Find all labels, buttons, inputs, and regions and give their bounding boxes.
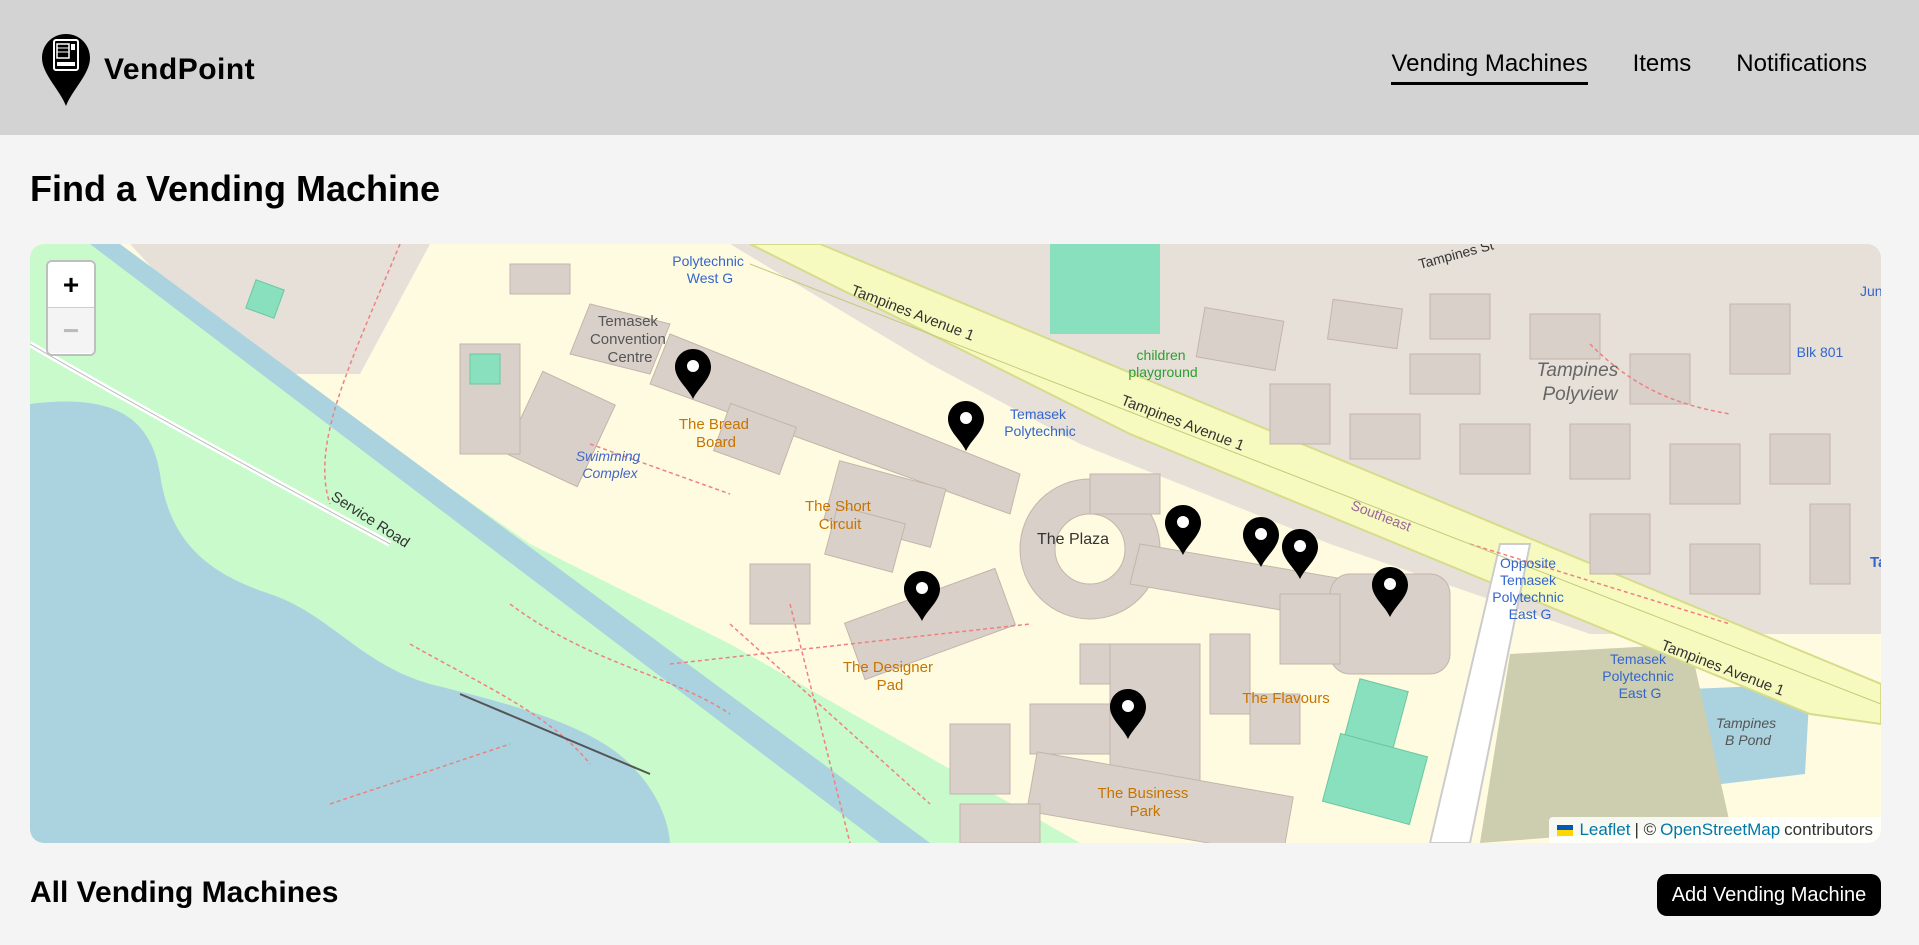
label-short-circuit-1: The Short — [805, 498, 872, 515]
ukraine-flag-icon — [1557, 824, 1574, 836]
main-nav: Vending Machines Items Notifications — [1391, 50, 1867, 85]
label-opp-east-4: East G — [1509, 606, 1552, 622]
label-designer-pad-2: Pad — [877, 677, 904, 694]
label-tampines-west: Tampi West — [1870, 554, 1881, 571]
label-b-pond-2: B Pond — [1725, 732, 1772, 748]
label-plaza: The Plaza — [1037, 531, 1109, 548]
label-blk801: Blk 801 — [1797, 344, 1844, 360]
label-swimming-1: Swimming — [576, 448, 641, 464]
map-pin-icon[interactable] — [1242, 516, 1280, 568]
zoom-control: + − — [46, 260, 96, 356]
label-opp-east-3: Polytechnic — [1492, 589, 1564, 605]
svg-text:children playground: children playground — [1128, 347, 1197, 380]
label-business-park-2: Park — [1130, 803, 1161, 820]
label-short-circuit-2: Circuit — [819, 516, 862, 533]
map-view[interactable]: Temasek Convention Centre The Bread Boar… — [30, 244, 1881, 843]
osm-link[interactable]: OpenStreetMap — [1660, 820, 1780, 840]
map-pin-icon[interactable] — [947, 400, 985, 452]
label-bread-board-2: Board — [696, 434, 736, 451]
label-poly-west-1: Polytechnic — [672, 253, 744, 269]
label-swimming-2: Complex — [582, 465, 638, 481]
label-convention-1: Temasek — [598, 313, 659, 330]
label-designer-pad-1: The Designer — [843, 659, 933, 676]
leaflet-link[interactable]: Leaflet — [1579, 820, 1630, 840]
add-vending-machine-button[interactable]: Add Vending Machine — [1657, 874, 1881, 916]
label-opp-east-2: Temasek — [1500, 572, 1557, 588]
label-convention-3: Centre — [607, 349, 652, 366]
page-title: Find a Vending Machine — [30, 168, 441, 209]
label-temasek-poly-2: Polytechnic — [1004, 423, 1076, 439]
zoom-in-button[interactable]: + — [48, 262, 94, 308]
label-poly-east-2: Polytechnic — [1602, 668, 1674, 684]
label-flavours: The Flavours — [1242, 690, 1330, 707]
map-tiles[interactable]: Temasek Convention Centre The Bread Boar… — [30, 244, 1881, 843]
map-attribution: Leaflet | © OpenStreetMap contributors — [1549, 817, 1881, 843]
map-pin-icon[interactable] — [1109, 688, 1147, 740]
label-business-park-1: The Business — [1097, 785, 1188, 802]
app-header: VendPoint Vending Machines Items Notific… — [0, 0, 1919, 135]
attribution-suffix: contributors — [1784, 820, 1873, 839]
label-junyuan: Juny Prim Sch — [1860, 283, 1881, 299]
nav-items[interactable]: Items — [1633, 50, 1692, 85]
nav-vending-machines[interactable]: Vending Machines — [1391, 50, 1588, 85]
nav-notifications[interactable]: Notifications — [1736, 50, 1867, 85]
label-convention-2: Convention — [590, 331, 666, 348]
map-pin-icon[interactable] — [1164, 504, 1202, 556]
label-playground-1: children — [1137, 347, 1186, 363]
label-polyview-2: Polyview — [1543, 384, 1619, 405]
label-temasek-poly-1: Temasek — [1010, 406, 1067, 422]
label-poly-east-1: Temasek — [1610, 651, 1667, 667]
svg-text:Tampines B Pond: Tampines B Pond — [1716, 715, 1780, 748]
vending-machine-pin-icon — [42, 34, 90, 106]
map-pin-icon[interactable] — [1281, 528, 1319, 580]
label-b-pond-1: Tampines — [1716, 715, 1776, 731]
map-pin-icon[interactable] — [1371, 566, 1409, 618]
label-poly-west-2: West G — [687, 270, 733, 286]
all-machines-title: All Vending Machines — [30, 876, 339, 909]
label-playground-2: playground — [1128, 364, 1197, 380]
svg-text:Temasek Polytechnic: Temasek Polytechnic — [1004, 406, 1076, 439]
label-opp-east-1: Opposite — [1500, 555, 1556, 571]
brand-name: VendPoint — [104, 53, 256, 86]
label-bread-board-1: The Bread — [679, 416, 749, 433]
map-pin-icon[interactable] — [903, 570, 941, 622]
svg-text:Swimming Complex: Swimming Complex — [576, 448, 644, 481]
label-poly-east-3: East G — [1619, 685, 1662, 701]
attribution-separator: | © — [1634, 820, 1657, 839]
map-pin-icon[interactable] — [674, 348, 712, 400]
label-polyview-1: Tampines — [1537, 360, 1619, 381]
zoom-out-button[interactable]: − — [48, 308, 94, 353]
brand[interactable]: VendPoint — [40, 30, 255, 110]
